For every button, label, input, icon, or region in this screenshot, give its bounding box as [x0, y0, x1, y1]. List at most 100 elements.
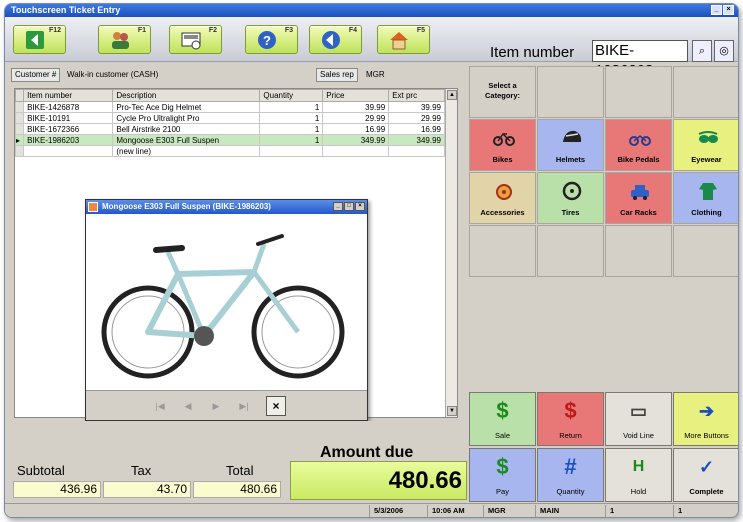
clothing-icon	[699, 183, 717, 200]
pedals-icon	[629, 135, 651, 146]
more-arrow-icon: ➔	[698, 401, 715, 421]
scroll-up-icon[interactable]: ▲	[447, 90, 457, 100]
minimize-button[interactable]: _	[711, 5, 722, 15]
ticket-icon	[181, 32, 201, 50]
home-icon	[390, 32, 408, 50]
popup-close-button[interactable]: ×	[355, 202, 365, 211]
col-price[interactable]: Price	[322, 89, 390, 102]
category-accessories[interactable]: Accessories	[469, 172, 536, 224]
prev-arrow-icon	[322, 31, 340, 49]
first-image-icon[interactable]: |◀	[152, 398, 168, 414]
customer-value: Walk-in customer (CASH)	[67, 70, 159, 79]
popup-title-bar: Mongoose E303 Full Suspen (BIKE-1986203)…	[86, 200, 367, 214]
item-number-input[interactable]: BIKE-1986203	[592, 40, 688, 79]
bike-icon	[493, 132, 515, 146]
lookup-button[interactable]: ⌕	[692, 40, 712, 62]
amount-due-value: 480.66	[290, 461, 467, 500]
status-user: MGR	[483, 505, 506, 517]
col-ext-price[interactable]: Ext prc	[388, 89, 445, 102]
home-button[interactable]: F5	[377, 25, 430, 54]
table-row[interactable]: BIKE-1672366 Bell Airstrike 2100 1 16.99…	[14, 123, 445, 135]
car-rack-icon	[631, 185, 649, 200]
dollar-icon: $	[496, 398, 509, 423]
salesrep-label[interactable]: Sales rep	[316, 68, 358, 82]
back-button[interactable]: F12	[13, 25, 66, 54]
ticket-button[interactable]: F2	[169, 25, 222, 54]
salesrep-value: MGR	[366, 70, 385, 79]
popup-nav: |◀ ◀ ▶ ▶| ×	[86, 390, 367, 420]
table-row-selected[interactable]: ▸ BIKE-1986203 Mongoose E303 Full Suspen…	[14, 134, 445, 146]
customers-button[interactable]: F1	[98, 25, 151, 54]
new-line-row[interactable]: (new line)	[14, 145, 445, 157]
prev-image-icon[interactable]: ◀	[180, 398, 196, 414]
complete-icon: ✓	[698, 457, 715, 477]
hold-icon: H	[632, 458, 645, 475]
return-button[interactable]: $ Return	[537, 392, 604, 446]
tax-label: Tax	[131, 463, 152, 478]
tax-value: 43.70	[103, 481, 191, 498]
category-eyewear[interactable]: Eyewear	[673, 119, 738, 171]
close-window-button[interactable]: ×	[723, 5, 734, 15]
sale-button[interactable]: $ Sale	[469, 392, 536, 446]
window-title: Touchscreen Ticket Entry	[11, 5, 121, 15]
category-panel: Select a Category: Bikes Helmets Bike Pe…	[468, 66, 738, 392]
last-image-icon[interactable]: ▶|	[236, 398, 252, 414]
prev-button[interactable]: F4	[309, 25, 362, 54]
options-icon: ◎	[719, 45, 729, 57]
back-arrow-icon	[26, 31, 44, 49]
category-clothing[interactable]: Clothing	[673, 172, 738, 224]
next-image-icon[interactable]: ▶	[208, 398, 224, 414]
more-buttons-button[interactable]: ➔ More Buttons	[673, 392, 738, 446]
status-time: 10:06 AM	[427, 505, 465, 517]
tire-icon	[562, 181, 582, 201]
status-station: 1	[605, 505, 614, 517]
status-bar: 5/3/2006 10:06 AM MGR MAIN 1 1	[5, 503, 738, 517]
toolbar: F12 F1 F2 ? F3 F4 F5 Item number BIKE- ⌕…	[5, 17, 738, 79]
category-car-racks[interactable]: Car Racks	[605, 172, 672, 224]
col-quantity[interactable]: Quantity	[259, 89, 324, 102]
col-description[interactable]: Description	[112, 89, 261, 102]
accessories-icon	[496, 184, 512, 200]
void-line-button[interactable]: ▭ Void Line	[605, 392, 672, 446]
popup-maximize-button[interactable]: □	[344, 202, 354, 211]
totals-panel: Subtotal 436.96 Tax 43.70 Total 480.66 A…	[9, 421, 467, 503]
pay-icon: $	[496, 454, 509, 479]
customer-label[interactable]: Customer #	[11, 68, 61, 82]
options-button[interactable]: ◎	[714, 40, 734, 62]
customers-icon	[112, 32, 129, 49]
table-row[interactable]: BIKE-10191 Cycle Pro Ultralight Pro 1 29…	[14, 112, 445, 124]
category-helmets[interactable]: Helmets	[537, 119, 604, 171]
bike-photo	[101, 234, 345, 379]
subtotal-label: Subtotal	[17, 463, 65, 478]
quantity-button[interactable]: # Quantity	[537, 448, 604, 502]
app-icon	[88, 202, 98, 212]
hash-icon: #	[564, 454, 577, 479]
table-row[interactable]: BIKE-1426878 Pro-Tec Ace Dig Helmet 1 39…	[14, 101, 445, 113]
hold-button[interactable]: H Hold	[605, 448, 672, 502]
item-image-popup: Mongoose E303 Full Suspen (BIKE-1986203)…	[85, 199, 368, 421]
popup-minimize-button[interactable]: _	[333, 202, 343, 211]
category-bikes[interactable]: Bikes	[469, 119, 536, 171]
item-number-label: Item number	[490, 44, 575, 61]
popup-title: Mongoose E303 Full Suspen (BIKE-1986203)	[102, 202, 271, 211]
return-dollar-icon: $	[564, 398, 577, 423]
amount-due-label: Amount due	[320, 444, 414, 461]
void-line-icon: ▭	[629, 401, 647, 421]
category-bike-pedals[interactable]: Bike Pedals	[605, 119, 672, 171]
svg-text:?: ?	[263, 33, 271, 48]
status-drawer: 1	[673, 505, 682, 517]
row-pointer-icon: ▸	[14, 134, 25, 146]
status-date: 5/3/2006	[369, 505, 403, 517]
close-image-button[interactable]: ×	[266, 396, 286, 416]
pay-button[interactable]: $ Pay	[469, 448, 536, 502]
ticket-entry-window: Touchscreen Ticket Entry _ × F12 F1 F2 ?…	[4, 3, 739, 518]
complete-button[interactable]: ✓ Complete	[673, 448, 738, 502]
col-item-number[interactable]: Item number	[23, 89, 114, 102]
category-header: Select a Category:	[469, 66, 536, 118]
scroll-down-icon[interactable]: ▼	[447, 406, 457, 416]
help-button[interactable]: ? F3	[245, 25, 298, 54]
grid-scrollbar[interactable]: ▲ ▼	[445, 89, 457, 417]
title-bar: Touchscreen Ticket Entry _ ×	[5, 4, 738, 17]
category-tires[interactable]: Tires	[537, 172, 604, 224]
helmet-icon	[563, 130, 582, 142]
